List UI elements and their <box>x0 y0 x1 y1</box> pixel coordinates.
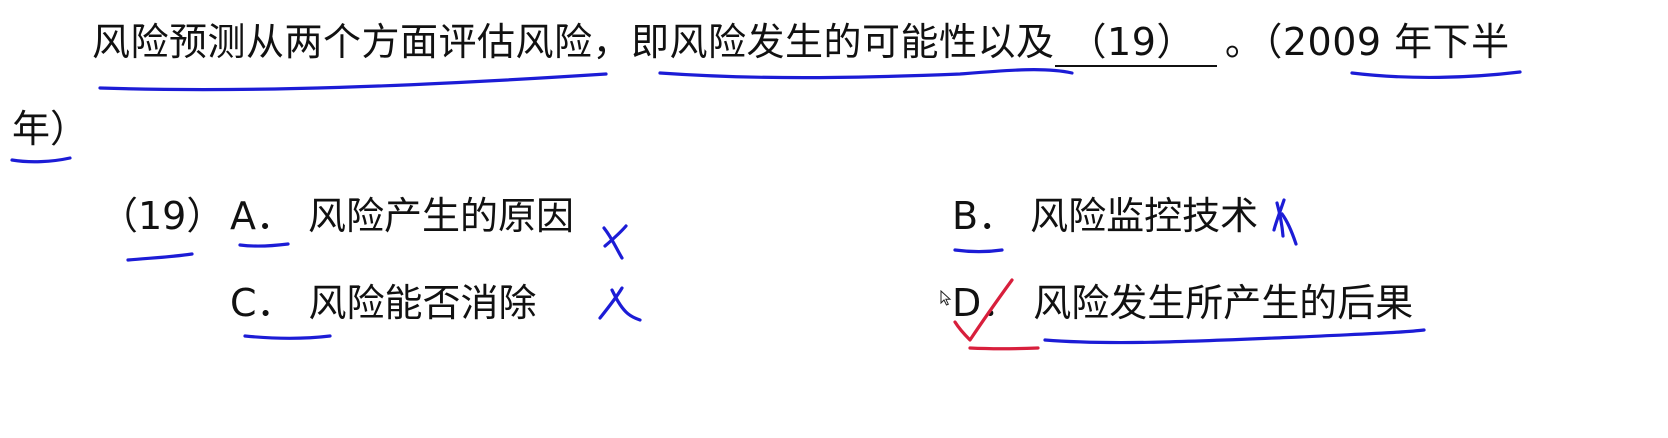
option-c[interactable]: C． 风险能否消除 <box>230 275 537 331</box>
cross-mark-icon <box>598 286 642 322</box>
underline-stroke <box>98 72 608 92</box>
cross-mark-icon <box>1272 198 1298 246</box>
stem-text: 风险预测从两个方面评估风险，即风险发生的可能性以及 <box>92 20 1055 64</box>
question-stem: 风险预测从两个方面评估风险，即风险发生的可能性以及 （19） 。（2009 年下半 <box>92 14 1510 70</box>
option-letter: D． <box>952 281 1020 325</box>
option-letter: C． <box>230 281 295 325</box>
stem-source: 。（2009 年下半 <box>1224 20 1510 64</box>
answer-blank: （19） <box>1054 19 1217 67</box>
option-letter: B． <box>952 194 1017 238</box>
underline-stroke <box>1350 70 1522 80</box>
question-stem-continued: 年） <box>12 107 89 151</box>
underline-stroke <box>658 68 1074 80</box>
underline-stroke <box>243 334 332 340</box>
option-d[interactable]: D． 风险发生所产生的后果 <box>952 275 1413 331</box>
option-text: 风险产生的原因 <box>308 194 575 238</box>
underline-stroke <box>1043 328 1426 345</box>
underline-stroke <box>953 248 1004 254</box>
option-text: 风险发生所产生的后果 <box>1033 281 1414 325</box>
option-letter: A． <box>230 194 294 238</box>
underline-stroke <box>10 156 72 164</box>
question-number: （19） <box>100 194 225 238</box>
mouse-cursor-icon <box>940 290 952 306</box>
option-text: 风险能否消除 <box>308 281 537 325</box>
question-block: 风险预测从两个方面评估风险，即风险发生的可能性以及 （19） 。（2009 年下半 … <box>0 0 1668 438</box>
underline-stroke <box>238 242 290 248</box>
cross-mark-icon <box>602 224 628 260</box>
option-b[interactable]: B． 风险监控技术 <box>952 188 1258 244</box>
underline-stroke <box>126 252 194 262</box>
option-a[interactable]: A． 风险产生的原因 <box>230 188 574 244</box>
option-text: 风险监控技术 <box>1030 194 1259 238</box>
